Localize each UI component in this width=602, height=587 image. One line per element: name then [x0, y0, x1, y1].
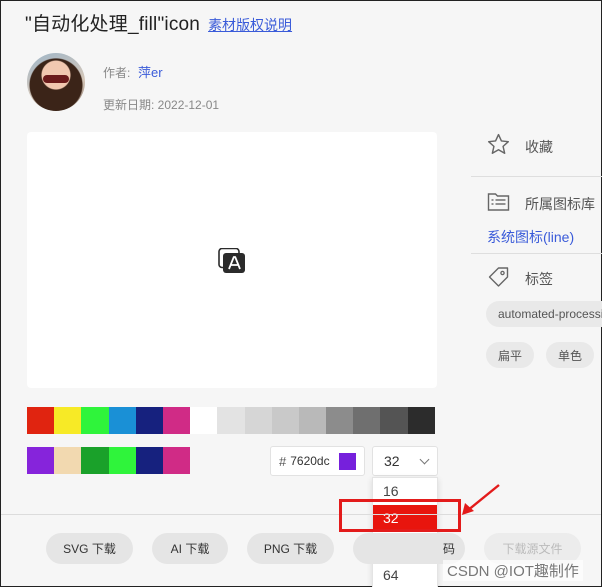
color-swatch-row-2 [27, 447, 191, 474]
color-swatch[interactable] [81, 447, 109, 474]
annotation-arrow-icon [462, 484, 500, 515]
color-swatch[interactable] [353, 407, 381, 434]
copy-code-label: 码 [442, 542, 455, 556]
favorite-label[interactable]: 收藏 [525, 137, 553, 157]
page-title: "自动化处理_fill"icon [25, 14, 201, 35]
hex-hash: # [279, 453, 287, 469]
color-swatch[interactable] [380, 407, 408, 434]
sidebar-divider [471, 253, 602, 254]
hex-value: 7620dc [290, 454, 330, 468]
size-option-16[interactable]: 16 [373, 478, 437, 504]
size-select-value: 32 [384, 453, 400, 469]
license-link[interactable]: 素材版权说明 [208, 15, 292, 35]
title-row: "自动化处理_fill"icon 素材版权说明 [25, 9, 292, 35]
size-select[interactable]: 32 [372, 446, 438, 476]
color-hex-input[interactable]: # 7620dc [270, 446, 365, 476]
auto-process-icon [218, 248, 245, 273]
color-swatch[interactable] [108, 447, 136, 474]
avatar[interactable] [27, 53, 85, 111]
star-icon[interactable] [486, 132, 511, 157]
size-option-32[interactable]: 32 [373, 505, 437, 531]
png-download-button[interactable]: PNG 下载 [247, 533, 334, 564]
color-swatch[interactable] [298, 407, 327, 434]
color-swatch[interactable] [407, 407, 435, 434]
color-swatch[interactable] [244, 407, 272, 434]
color-swatch[interactable] [135, 447, 163, 474]
update-date: 更新日期: 2022-12-01 [103, 98, 220, 112]
tag-icon [488, 267, 509, 287]
color-swatch[interactable] [108, 407, 136, 434]
size-dropdown: 16 32 48 64 [372, 477, 438, 587]
divider [1, 514, 601, 515]
svg-download-button[interactable]: SVG 下载 [46, 533, 133, 564]
color-swatch[interactable] [217, 407, 245, 434]
tag-flat[interactable]: 扁平 [486, 342, 535, 368]
ai-download-button[interactable]: AI 下载 [152, 533, 228, 564]
library-link[interactable]: 系统图标(line) [487, 227, 574, 247]
page-frame: "自动化处理_fill"icon 素材版权说明 作者: 萍er 更新日期: 20… [0, 0, 602, 587]
color-swatch[interactable] [271, 407, 299, 434]
color-swatch[interactable] [162, 447, 191, 474]
library-icon [487, 193, 510, 211]
current-color-chip[interactable] [339, 453, 356, 470]
library-label: 所属图标库 [525, 196, 595, 212]
chevron-down-icon [419, 454, 430, 465]
color-swatch[interactable] [190, 407, 218, 434]
color-swatch[interactable] [162, 407, 191, 434]
sidebar-divider [471, 176, 602, 177]
color-swatch[interactable] [54, 447, 82, 474]
author-label: 作者: [103, 66, 131, 80]
color-swatch[interactable] [81, 407, 109, 434]
color-swatch[interactable] [135, 407, 163, 434]
color-swatch[interactable] [27, 447, 55, 474]
author-name-link[interactable]: 萍er [138, 62, 163, 81]
tag-automated-processing[interactable]: automated-processin [486, 301, 602, 327]
color-swatch-row-1 [27, 407, 435, 434]
tags-label: 标签 [525, 271, 553, 287]
size-option-64[interactable]: 64 [373, 562, 437, 587]
watermark: CSDN @IOT趣制作 [443, 560, 583, 581]
tag-monochrome[interactable]: 单色 [546, 342, 595, 368]
color-swatch[interactable] [54, 407, 82, 434]
color-swatch[interactable] [27, 407, 55, 434]
color-swatch[interactable] [326, 407, 354, 434]
